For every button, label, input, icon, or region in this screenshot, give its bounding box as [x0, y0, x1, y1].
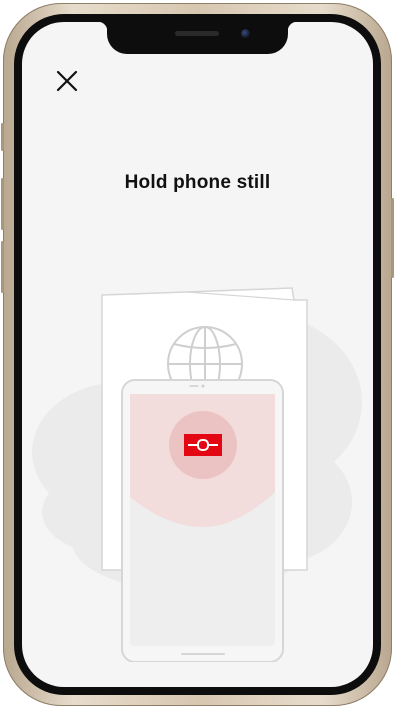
notch	[98, 22, 297, 54]
close-icon	[56, 70, 78, 92]
side-button-right	[391, 198, 394, 278]
speaker-grille	[175, 31, 219, 36]
phone-screen: Hold phone still	[22, 22, 373, 687]
close-button[interactable]	[52, 66, 82, 96]
front-camera-icon	[241, 29, 250, 38]
side-button-left-1	[1, 123, 4, 151]
page-title: Hold phone still	[124, 172, 271, 193]
nfc-scan-illustration	[32, 287, 362, 662]
nfc-chip-icon	[184, 434, 222, 456]
side-button-left-2	[1, 178, 4, 230]
scan-glow	[130, 394, 275, 527]
side-button-left-3	[1, 241, 4, 293]
phone-device-frame: Hold phone still	[1, 3, 394, 706]
